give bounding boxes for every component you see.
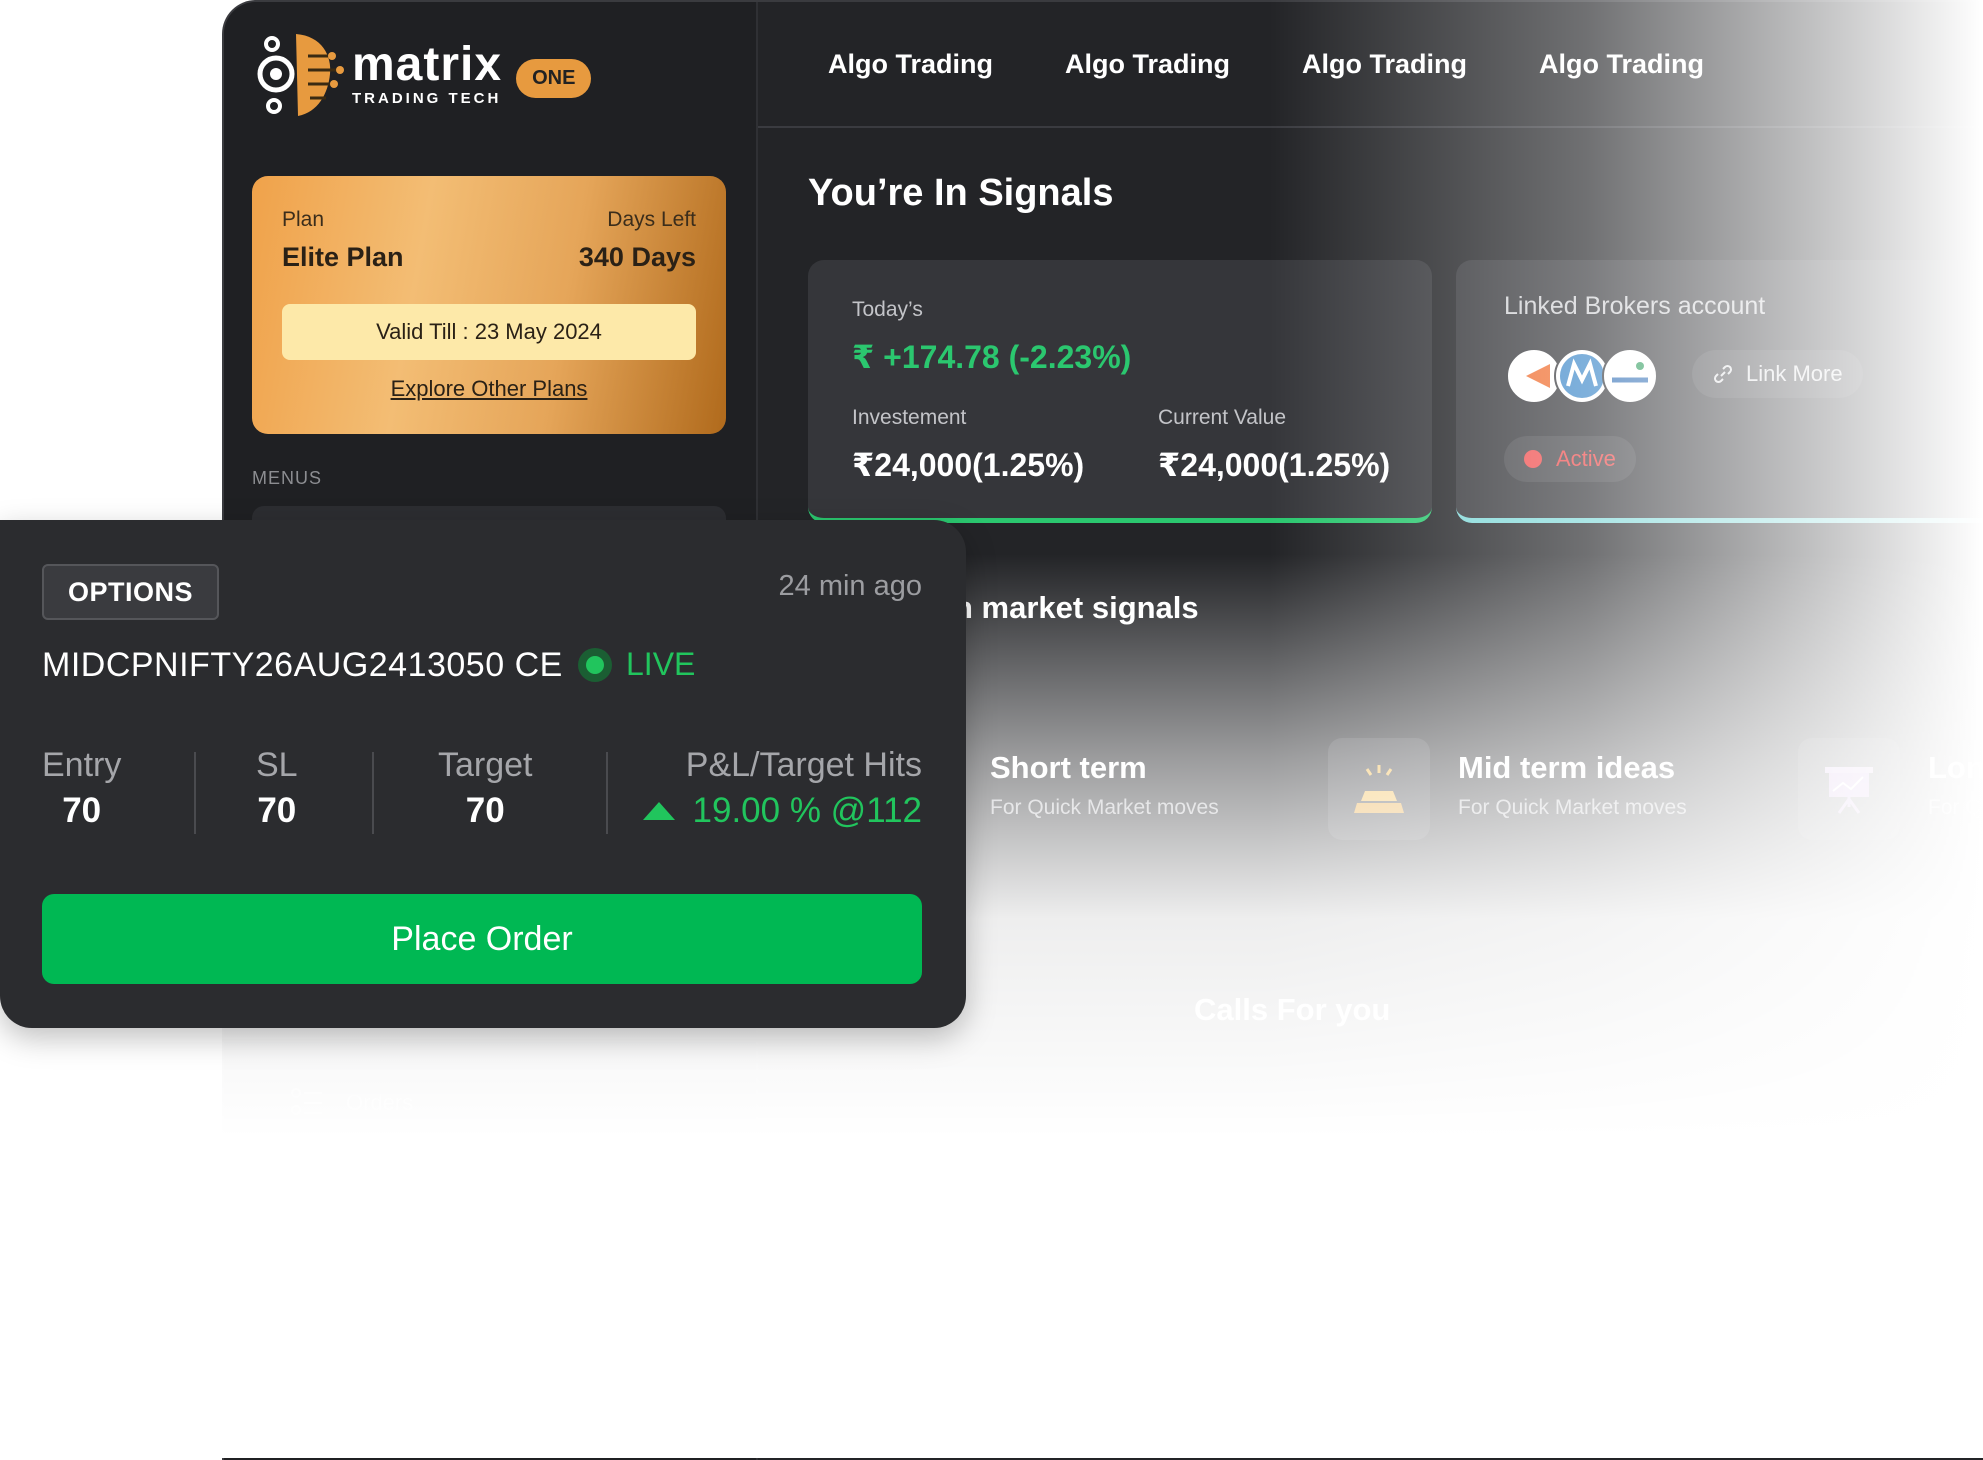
linked-brokers-title: Linked Brokers account	[1504, 292, 1766, 320]
category-subtitle: For Q	[1928, 796, 1982, 819]
plan-card: Plan Days Left Elite Plan 340 Days Valid…	[252, 176, 726, 434]
signals-title: You’re In Signals	[808, 172, 1114, 214]
category-title: Short term	[990, 750, 1147, 785]
status-label: Active	[1556, 446, 1616, 471]
link-icon	[293, 1172, 321, 1202]
sidebar-item-orders[interactable]: Orders	[290, 1086, 413, 1120]
valid-till-box: Valid Till : 23 May 2024	[282, 304, 696, 360]
entry-label: Entry	[42, 746, 122, 784]
nav-link-algo-trading-2[interactable]: Algo Trading	[1065, 49, 1230, 80]
gold-bars-icon	[1328, 738, 1430, 840]
option-type-badge: OPTIONS	[42, 564, 220, 620]
time-ago: 24 min ago	[778, 570, 923, 602]
days-left-value: 340 Days	[578, 242, 696, 272]
live-label: LIVE	[626, 646, 696, 682]
target-value: 70	[465, 791, 505, 830]
category-title: Mid term ideas	[1458, 750, 1676, 785]
brand-tagline: TRADING TECH	[352, 89, 502, 107]
current-value-label: Current Value	[1158, 406, 1287, 429]
sidebar-item-label: Orders	[346, 1090, 414, 1115]
category-mid-term[interactable]: Mid term ideas For Quick Market moves	[1328, 738, 1687, 840]
sl-value: 70	[257, 791, 297, 830]
pnl-metric: P&L/Target Hits 19.00 % @112	[642, 746, 922, 831]
status-dot-icon	[1524, 450, 1542, 468]
presentation-icon	[1798, 738, 1900, 840]
plan-name: Elite Plan	[282, 242, 404, 272]
place-order-button[interactable]: Place Order	[42, 894, 922, 984]
divider	[194, 752, 196, 834]
nav-link-algo-trading-1[interactable]: Algo Trading	[828, 49, 993, 80]
linked-brokers-card: Linked Brokers account Link More Active	[1456, 260, 1983, 523]
link-more-button[interactable]: Link More	[1692, 350, 1863, 398]
nav-link-algo-trading-3[interactable]: Algo Trading	[1302, 49, 1467, 80]
portfolio-summary-card: Today’s ₹ +174.78 (-2.23%) Investement ₹…	[808, 260, 1432, 523]
divider	[372, 752, 374, 834]
days-left-label: Days Left	[607, 208, 696, 231]
divider	[606, 752, 608, 834]
category-long-term[interactable]: Lon For Q	[1798, 738, 1983, 840]
stop-loss-metric: SL 70	[256, 746, 298, 831]
sidebar-item-label: Brokers	[346, 1174, 422, 1199]
brand-badge: ONE	[516, 58, 592, 98]
pnl-label: P&L/Target Hits	[685, 746, 922, 784]
calls-title: Calls For you	[1194, 992, 1391, 1027]
arrow-up-icon	[642, 802, 675, 820]
top-navigation: Algo Trading Algo Trading Algo Trading A…	[758, 2, 1983, 128]
plan-label: Plan	[282, 208, 325, 231]
investment-value: ₹24,000(1.25%)	[852, 447, 1085, 483]
brand-name: matrix	[352, 37, 503, 91]
today-label: Today’s	[852, 298, 923, 321]
sidebar-item-brokers[interactable]: Brokers	[290, 1170, 422, 1204]
aliceblue-logo-icon	[1602, 348, 1658, 404]
instrument-symbol: MIDCPNIFTY26AUG2413050 CE	[42, 646, 563, 684]
today-value: ₹ +174.78 (-2.23%)	[852, 339, 1132, 375]
signal-card: OPTIONS 24 min ago MIDCPNIFTY26AUG241305…	[0, 520, 966, 1028]
investment-label: Investement	[852, 406, 967, 429]
link-icon	[1713, 364, 1733, 384]
live-indicator: LIVE	[578, 646, 695, 683]
market-signals-title: n market signals	[954, 590, 1199, 625]
status-badge: Active	[1504, 436, 1636, 482]
list-icon	[291, 1088, 322, 1115]
current-value: ₹24,000(1.25%)	[1158, 447, 1391, 483]
entry-value: 70	[62, 791, 102, 830]
category-subtitle: For Quick Market moves	[990, 796, 1219, 819]
brand-logo[interactable]: matrix TRADING TECH ONE	[252, 30, 592, 118]
explore-plans-link[interactable]: Explore Other Plans	[252, 376, 726, 402]
category-short-term[interactable]: Short term For Quick Market moves	[990, 738, 1219, 820]
live-dot-icon	[578, 647, 612, 682]
pnl-value: 19.00 % @112	[692, 791, 922, 830]
entry-metric: Entry 70	[42, 746, 121, 831]
brain-gear-logo-icon	[257, 34, 344, 116]
target-metric: Target 70	[438, 746, 533, 831]
nav-link-algo-trading-4[interactable]: Algo Trading	[1539, 49, 1704, 80]
menus-heading: MENUS	[252, 468, 323, 488]
broker-logos	[1506, 348, 1658, 404]
target-label: Target	[438, 746, 533, 784]
category-title: Lon	[1928, 750, 1983, 785]
category-subtitle: For Quick Market moves	[1458, 796, 1687, 819]
sl-label: SL	[256, 746, 298, 784]
link-more-label: Link More	[1746, 361, 1843, 386]
